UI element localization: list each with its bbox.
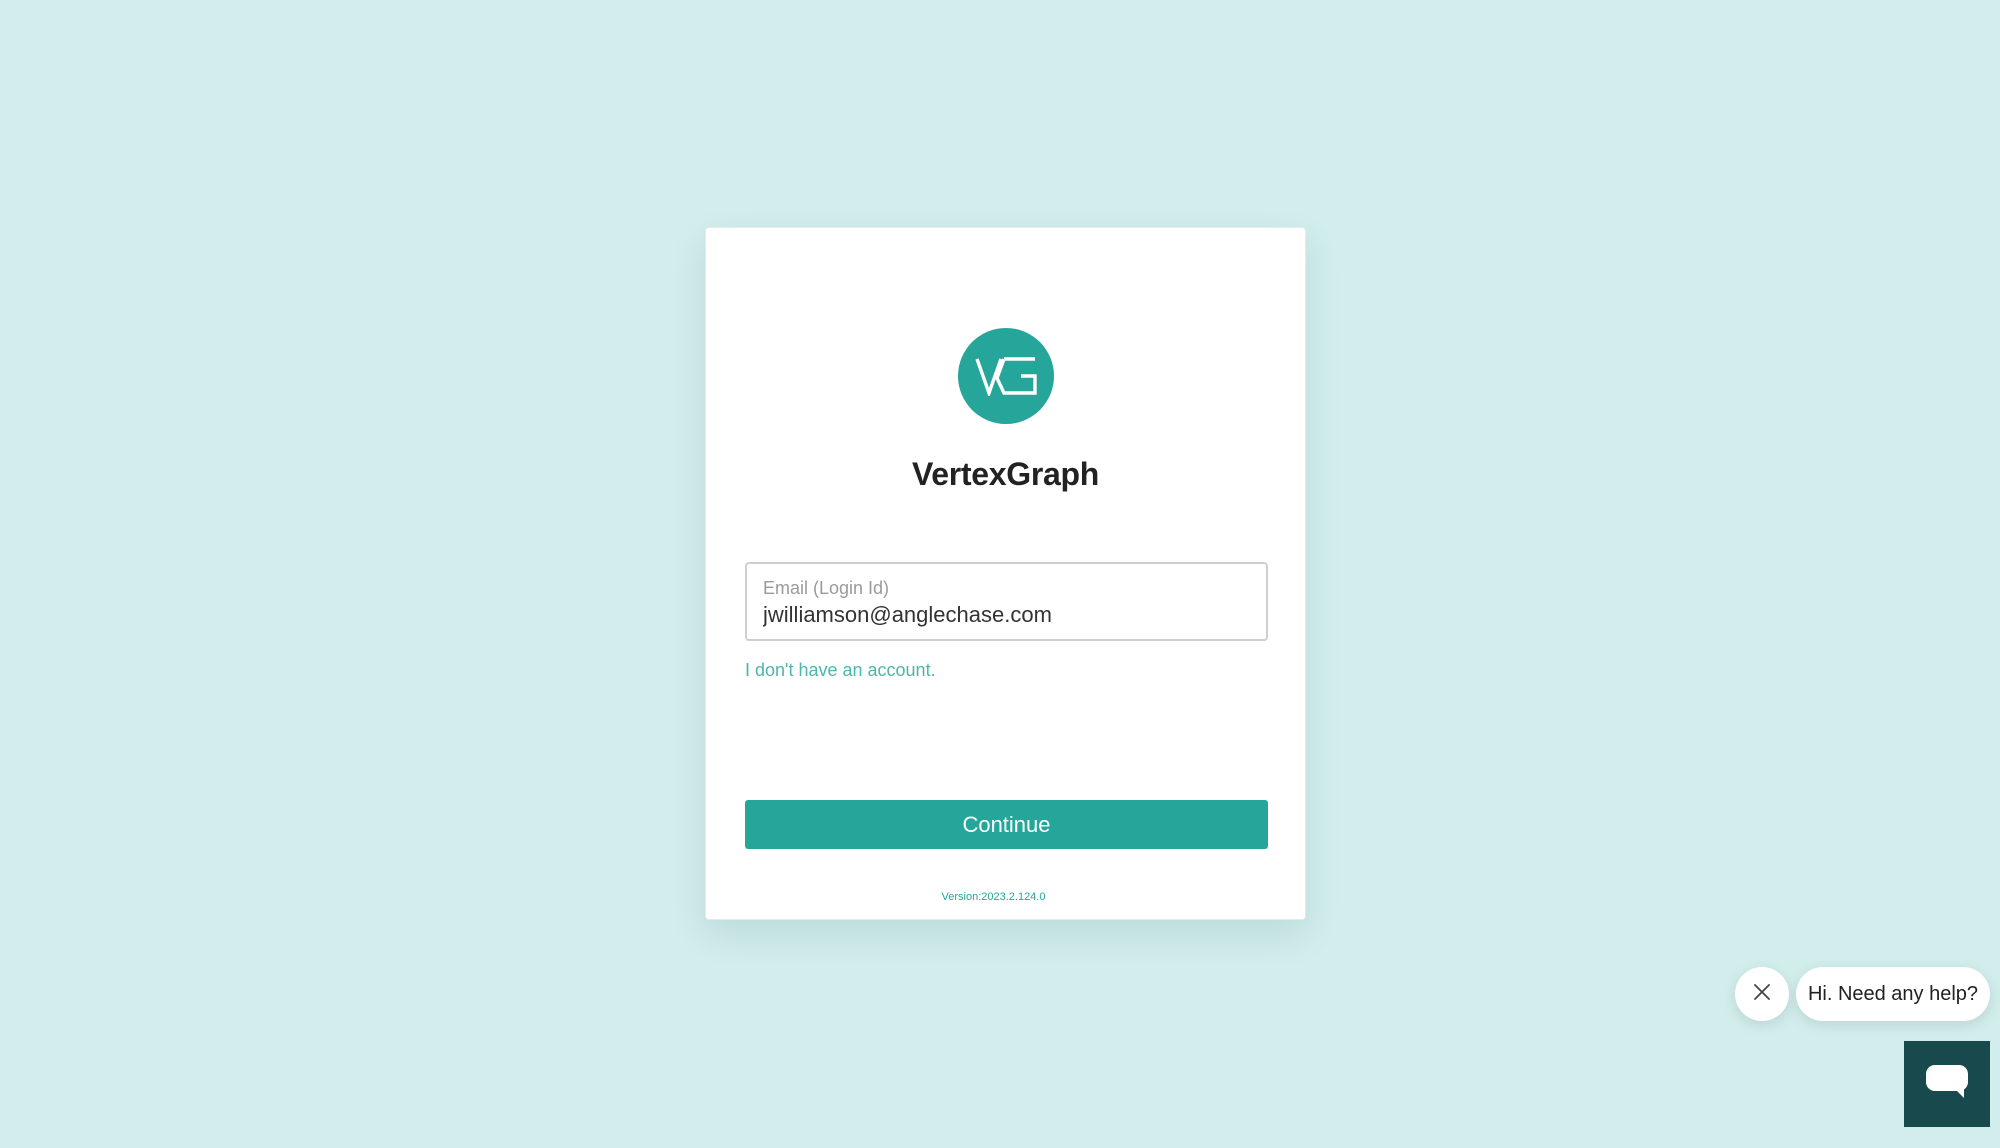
chat-launcher-button[interactable] <box>1904 1041 1990 1127</box>
close-icon <box>1753 983 1771 1006</box>
email-field[interactable]: Email (Login Id) <box>745 562 1268 641</box>
version-text: Version:2023.2.124.0 <box>941 891 1046 903</box>
vg-logo-icon <box>958 328 1054 424</box>
login-card: VertexGraph Email (Login Id) I don't hav… <box>705 227 1306 920</box>
no-account-link[interactable]: I don't have an account. <box>745 660 936 681</box>
email-label: Email (Login Id) <box>763 578 890 598</box>
email-input[interactable] <box>761 600 1251 630</box>
chat-greeting-text: Hi. Need any help? <box>1807 982 1979 1005</box>
chat-greeting-bubble[interactable]: Hi. Need any help? <box>1796 967 1990 1021</box>
continue-button[interactable]: Continue <box>745 800 1268 849</box>
app-title: VertexGraph <box>911 456 1099 492</box>
chat-bubble-icon <box>1925 1064 1969 1105</box>
chat-close-button[interactable] <box>1735 967 1789 1021</box>
